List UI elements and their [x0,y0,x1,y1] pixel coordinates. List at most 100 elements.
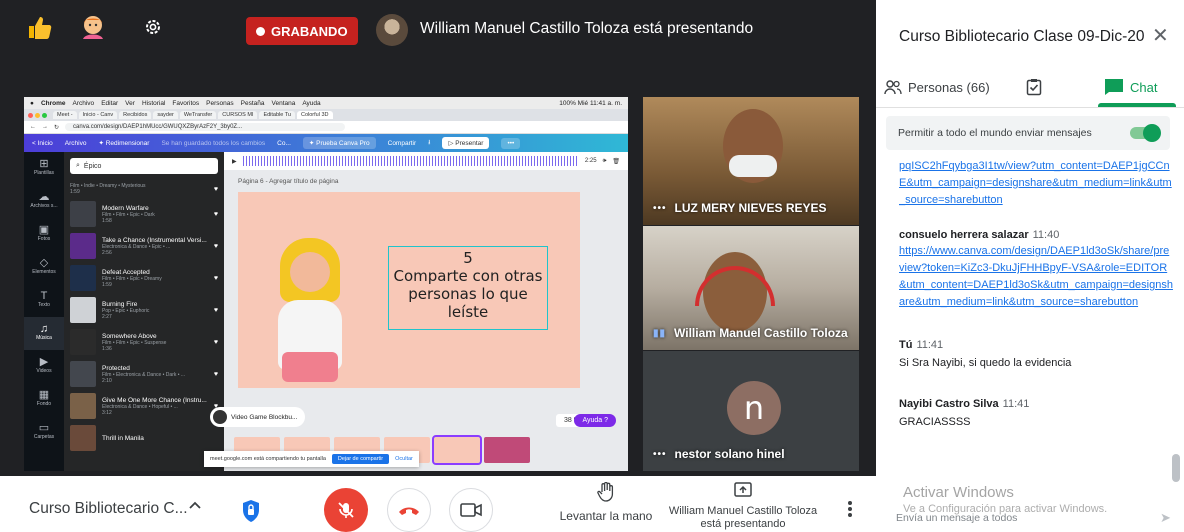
chat-sender: Tú [899,339,913,351]
upload-icon: ☁ [38,191,50,203]
camera-toggle-button[interactable] [449,488,493,532]
stop-sharing-button: Dejar de compartir [331,454,390,464]
track-item: Take a Chance (Instrumental Versi... Elec… [64,230,224,262]
tab-activities[interactable] [1026,66,1042,108]
chat-text: Si Sra Nayibi, si quedo la evidencia [899,357,1072,369]
play-icon: ▶ [232,158,237,165]
browser-tab: Inicio - Canv [78,111,118,119]
track-item: Somewhere Above Film • Film • Epic • Susp… [64,326,224,358]
chat-input[interactable]: Envía un mensaje a todos [896,512,1017,524]
side-panel: Curso Bibliotecario Clase 09-Dic-20 ✕ Pe… [876,0,1184,532]
participant-name: ▮▮ William Manuel Castillo Toloza [653,326,848,340]
chat-link[interactable]: https://www.canva.com/design/DAEP1ld3oSk… [899,243,1174,311]
canva-toolbar: < Inicio Archivo ✦ Redimensionar Se han … [24,134,628,152]
mic-toggle-button[interactable] [324,488,368,532]
menu-item: Ver [125,99,135,107]
chevron-up-icon[interactable] [188,498,202,515]
chat-message: pqISC2hFqybga3I1tw/view?utm_content=DAEP… [899,158,1174,209]
recording-badge: GRABANDO [246,17,358,45]
tab-people[interactable]: Personas (66) [884,66,990,108]
checklist-icon [1026,79,1042,96]
close-dot-icon [28,112,33,118]
menu-item: Chrome [40,99,66,107]
participant-tile[interactable]: ▮▮ William Manuel Castillo Toloza [643,226,859,350]
canva-file: Archivo [64,139,87,147]
send-icon[interactable]: ➤ [1160,510,1171,526]
browser-tab: Recibidos [119,111,152,119]
tab-chat[interactable]: Chat [1104,66,1157,108]
chat-message: Tú 11:41 Si Sra Nayibi, si quedo la evide… [899,335,1174,372]
track-item: Burning Fire Pop • Epic • Euphoric 2:27 ♥ [64,294,224,326]
participant-name: ••• nestor solano hinel [653,447,785,461]
minimize-dot-icon [35,112,40,118]
face-mask [729,155,777,177]
presenting-button[interactable]: William Manuel Castillo Toloza está pres… [662,482,824,531]
chat-message: Nayibi Castro Silva 11:41 GRACIASSSS [899,394,1174,431]
menu-item: Ayuda [302,99,321,107]
track-item: Thrill in Manila [64,422,224,454]
participant-tile[interactable]: n ••• nestor solano hinel [643,351,859,471]
rail-item: ▣ Fotos [24,218,64,251]
folder-icon: ▭ [38,422,50,434]
volume-icon: 🕪 [602,157,607,164]
chat-link[interactable]: pqISC2hFqybga3I1tw/view?utm_content=DAEP… [899,158,1174,209]
hang-up-button[interactable] [387,488,431,532]
chat-scrollbar[interactable] [1172,454,1180,482]
raise-hand-button[interactable]: Levantar la mano [556,481,656,523]
rail-item: ▶ Videos [24,350,64,383]
trash-icon: 🗑 [612,158,620,165]
settings-icon[interactable] [138,12,168,42]
track-item: Modern Warfare Film • Film • Epic • Dark 1… [64,198,224,230]
panel-tabs: Personas (66) Chat [876,66,1184,108]
slide-text: Comparte con otras personas lo que leíst… [393,267,543,321]
presenter-avatar [376,14,408,46]
waveform-graphic [242,156,579,166]
presenting-label: William Manuel Castillo Toloza [668,505,818,517]
menu-item: Pestaña [240,99,265,107]
emoji-icon[interactable] [78,12,108,42]
chat-sender: consuelo herrera salazar [899,229,1029,241]
search-icon: ⌕ [76,162,80,169]
thumbs-up-icon[interactable] [24,12,54,42]
more-options-icon[interactable] [842,500,858,518]
canva-body: ⊞ Plantillas ☁ Archivos s... ▣ Fotos ◇ Eleme… [24,152,628,471]
tab-people-label: Personas (66) [908,79,990,95]
download-icon: ⭳ [428,138,431,146]
rail-item: ▭ Carpetas [24,416,64,449]
rail-item: ◇ Elementos [24,251,64,284]
chat-time: 11:41 [1002,398,1030,410]
chat-time: 11:41 [916,339,944,351]
canva-editor: ▶ 2:25 🕪 🗑 Página 6 - Agregar título de … [210,152,628,471]
track-item: Give Me One More Chance (Instru... Electr… [64,390,224,422]
canva-home: < Inicio [32,139,53,147]
menu-item: Favoritos [172,99,200,107]
audio-search-value: Épico [83,162,102,170]
close-icon[interactable]: ✕ [1152,26,1169,46]
shared-screen: ● Chrome Archivo Editar Ver Historial Fa… [24,97,628,471]
shield-icon[interactable] [238,498,264,524]
track-item: Protected Film • Electronica & Dance • Da… [64,358,224,390]
page-label: Página 6 - Agregar título de página [238,178,339,185]
meeting-stage: GRABANDO William Manuel Castillo Toloza … [0,0,876,476]
participant-tile[interactable]: ••• LUZ MERY NIEVES REYES [643,97,859,225]
rail-item: T Texto [24,284,64,317]
canva-resize: ✦ Redimensionar [98,140,150,147]
recording-dot-icon [256,26,265,36]
illustration-face [290,252,330,292]
heart-icon: ♥ [213,274,218,282]
canva-rail: ⊞ Plantillas ☁ Archivos s... ▣ Fotos ◇ Eleme… [24,152,64,471]
video-icon: ▶ [39,356,49,368]
audio-search: ⌕ Épico [70,158,218,174]
allow-messages-toggle[interactable] [1130,124,1161,142]
allow-messages-label: Permitir a todo el mundo enviar mensajes [898,127,1092,139]
rail-item: ☁ Archivos s... [24,185,64,218]
elements-icon: ◇ [39,257,49,269]
audio-dots-icon: ••• [653,202,667,214]
page-thumb [484,437,530,463]
participant-name: ••• LUZ MERY NIEVES REYES [653,201,827,215]
windows-watermark-title: Activar Windows [903,484,1014,501]
canva-more: Co... [277,139,291,147]
meeting-details-button[interactable]: Curso Bibliotecario C... [29,500,188,518]
heart-icon: ♥ [213,306,218,314]
presenter-title: William Manuel Castillo Toloza está pres… [420,20,754,37]
